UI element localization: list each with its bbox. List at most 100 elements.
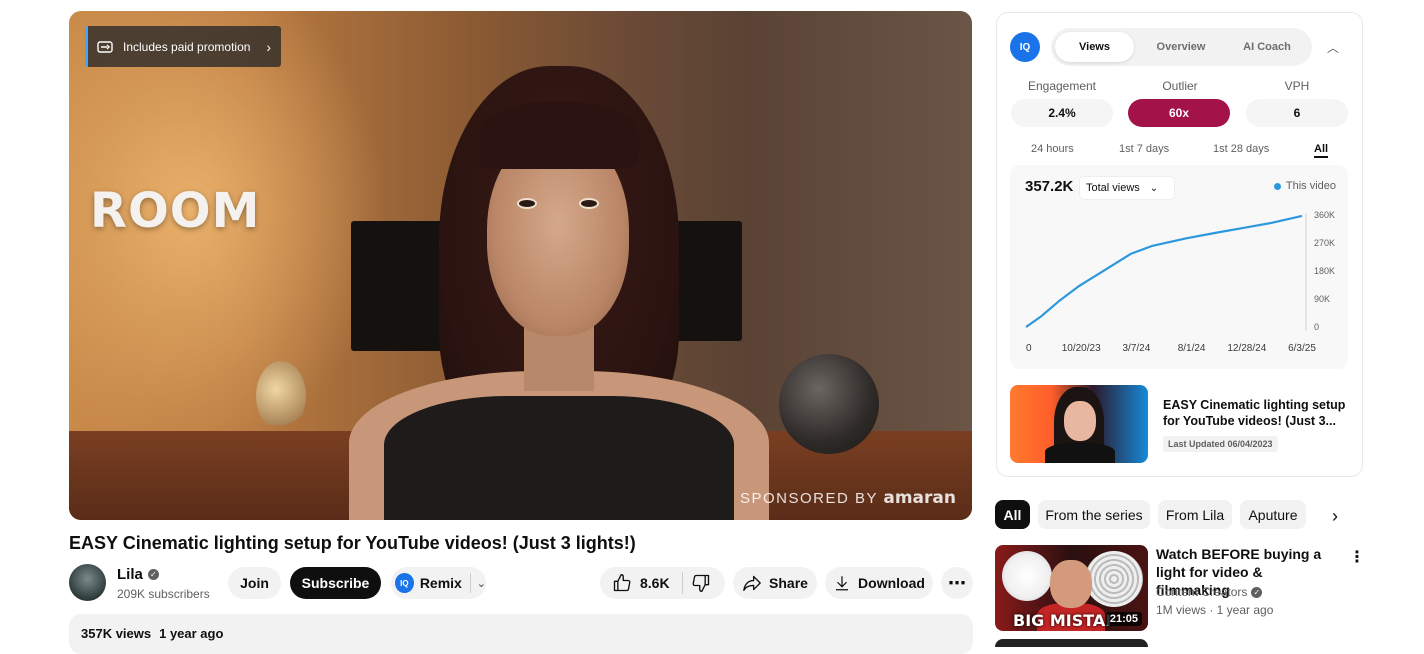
chevron-down-icon[interactable]: ⌄	[477, 577, 486, 590]
total-views-value: 357.2K	[1025, 178, 1074, 195]
sponsor-prefix: SPONSORED BY	[739, 490, 878, 507]
more-horizontal-icon: ⋯	[948, 572, 966, 593]
download-button[interactable]: Download	[825, 567, 933, 599]
chevron-up-icon[interactable]: ︿	[1327, 39, 1339, 56]
y-tick-label: 180K	[1314, 266, 1335, 276]
x-tick-label: 6/3/25	[1288, 343, 1316, 354]
thumbs-down-icon[interactable]	[691, 573, 711, 593]
video-player[interactable]: Includes paid promotion › ROOM SPONSORED…	[69, 11, 972, 520]
chip-from-the-series[interactable]: From the series	[1038, 500, 1150, 529]
sponsor-brand: amaran	[883, 488, 956, 508]
like-dislike-group: 8.6K	[600, 567, 725, 599]
promotion-icon	[97, 40, 113, 53]
x-tick-label: 12/28/24	[1227, 343, 1266, 354]
range-24-hours[interactable]: 24 hours	[1031, 143, 1074, 155]
more-actions-button[interactable]: ⋯	[941, 567, 973, 599]
y-tick-label: 270K	[1314, 238, 1335, 248]
thumbnail-face	[1050, 560, 1092, 608]
tab-views[interactable]: Views	[1055, 32, 1134, 62]
paid-promotion-label: Includes paid promotion	[123, 39, 251, 54]
chevron-down-icon: ⌄	[1149, 182, 1159, 194]
more-vertical-icon[interactable]: ⋮	[1349, 547, 1365, 567]
metric-label-outlier: Outlier	[1162, 79, 1198, 93]
legend-dot	[1273, 182, 1281, 190]
metric-value-vph: 6	[1246, 99, 1348, 127]
channel-avatar[interactable]	[69, 564, 106, 601]
video-duration: 21:05	[1105, 612, 1142, 626]
paid-promotion-badge[interactable]: Includes paid promotion ›	[85, 26, 281, 67]
divider	[469, 573, 471, 593]
legend-label: This video	[1285, 180, 1336, 192]
presenter-bangs	[479, 101, 639, 169]
join-button[interactable]: Join	[228, 567, 281, 599]
video-title: EASY Cinematic lighting setup for YouTub…	[69, 533, 636, 553]
recommendation-thumbnail[interactable]	[995, 639, 1148, 647]
analytics-video-thumbnail[interactable]	[1010, 385, 1148, 463]
divider	[681, 572, 683, 594]
recommendation-channel-name: Content Creators	[1156, 585, 1248, 599]
analytics-video-title[interactable]: EASY Cinematic lighting setup for YouTub…	[1163, 397, 1351, 429]
tab-ai-coach[interactable]: AI Coach	[1227, 32, 1307, 62]
metric-select-value: Total views	[1086, 182, 1140, 194]
verified-icon: ✓	[1251, 586, 1263, 598]
channel-name[interactable]: Lila ✓	[117, 566, 159, 583]
y-tick-label: 360K	[1314, 210, 1335, 220]
range-first-28-days[interactable]: 1st 28 days	[1213, 143, 1269, 155]
last-updated-badge: Last Updated 06/04/2023	[1163, 436, 1278, 452]
sphere-lamp	[779, 354, 879, 454]
subscribe-button[interactable]: Subscribe	[290, 567, 381, 599]
x-tick-label: 0	[1026, 343, 1032, 354]
metric-label-vph: VPH	[1284, 79, 1310, 93]
thumbnail-softbox	[1002, 551, 1052, 601]
analytics-panel: IQ Views Overview AI Coach ︿ Engagement …	[996, 12, 1363, 477]
range-first-7-days[interactable]: 1st 7 days	[1119, 143, 1169, 155]
x-tick-label: 8/1/24	[1178, 343, 1206, 354]
presenter-eye	[517, 198, 537, 209]
metric-select[interactable]: Total views ⌄	[1080, 177, 1174, 199]
thumbnail-body	[1045, 443, 1115, 463]
share-icon	[743, 575, 761, 592]
chart-legend: This video	[1273, 180, 1336, 192]
download-icon	[836, 576, 849, 591]
chip-aputure[interactable]: Aputure	[1240, 500, 1306, 529]
range-all[interactable]: All	[1314, 143, 1329, 158]
recommendation-channel[interactable]: Content Creators ✓	[1156, 585, 1263, 599]
thumbnail-face	[1064, 401, 1096, 441]
iq-logo-icon: IQ	[395, 573, 414, 593]
upload-age: 1 year ago	[159, 626, 224, 641]
metric-value-outlier: 60x	[1128, 99, 1230, 127]
video-overlay-text: ROOM	[90, 183, 261, 239]
sponsor-watermark: SPONSORED BY amaran	[740, 488, 956, 508]
share-button[interactable]: Share	[733, 567, 817, 599]
thumbnail-light-panel	[1085, 551, 1143, 607]
views-chart-card: 0 90K 180K 270K 360K 0 10/20/23 3/7/24 8/1/24 12/…	[1010, 165, 1348, 369]
subscriber-count: 209K subscribers	[117, 587, 210, 601]
series-line-this-video	[1025, 214, 1303, 328]
y-tick-label: 90K	[1314, 294, 1330, 304]
like-count[interactable]: 8.6K	[640, 575, 670, 591]
chip-from-lila[interactable]: From Lila	[1158, 500, 1232, 529]
analytics-tabs: Views Overview AI Coach	[1051, 28, 1312, 66]
metric-value-engagement: 2.4%	[1011, 99, 1113, 127]
presenter-eye	[579, 198, 599, 209]
verified-icon: ✓	[147, 569, 159, 580]
description-box[interactable]: 357K views 1 year ago	[69, 614, 973, 654]
analytics-video-card[interactable]: EASY Cinematic lighting setup for YouTub…	[1010, 385, 1350, 465]
iq-logo-icon[interactable]: IQ	[1010, 32, 1040, 62]
remix-button[interactable]: IQ Remix ⌄	[391, 567, 486, 599]
chip-all[interactable]: All	[995, 500, 1030, 529]
view-count: 357K views	[81, 626, 152, 641]
chevron-right-icon[interactable]: ›	[1332, 506, 1338, 527]
download-label: Download	[858, 575, 925, 591]
chevron-right-icon: ›	[266, 38, 271, 55]
remix-label: Remix	[419, 575, 462, 591]
y-tick-label: 0	[1314, 322, 1319, 332]
presenter-top	[384, 396, 734, 520]
metric-label-engagement: Engagement	[1027, 79, 1097, 93]
views-line-chart: 0 90K 180K 270K 360K 0 10/20/23 3/7/24 8/1/24 12/…	[1025, 210, 1335, 354]
thumbs-up-icon[interactable]	[612, 573, 632, 593]
tab-overview[interactable]: Overview	[1141, 32, 1221, 62]
share-label: Share	[769, 575, 808, 591]
recommendation-thumbnail[interactable]: BIG MISTAI 21:05	[995, 545, 1148, 631]
lamp	[256, 361, 306, 431]
